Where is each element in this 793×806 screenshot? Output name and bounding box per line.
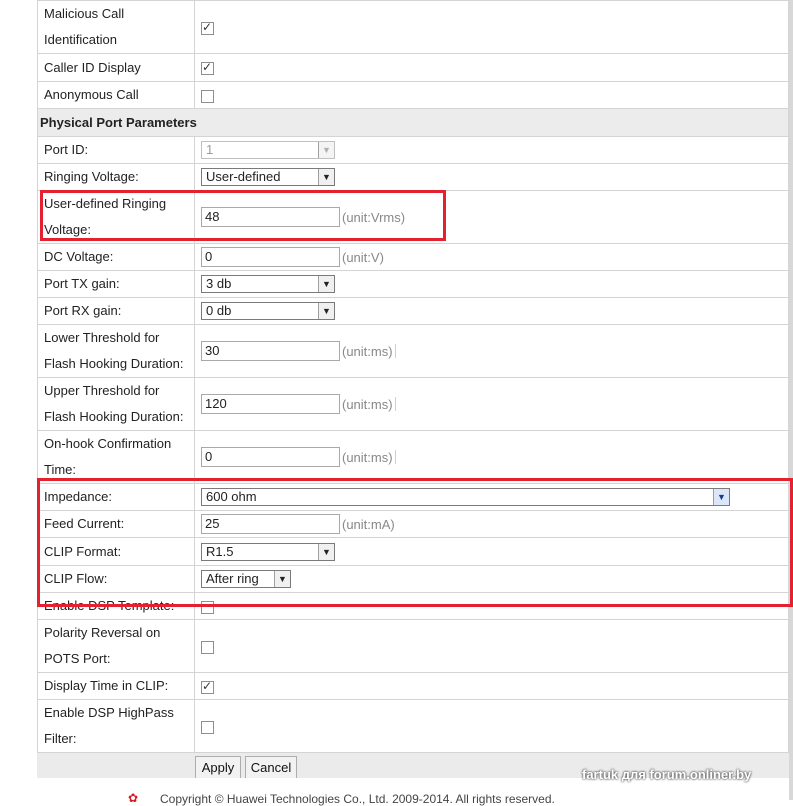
field-separator [394,397,396,411]
port-rx-gain-label: Port RX gain: [37,297,195,325]
port-tx-gain-label: Port TX gain: [37,270,195,298]
footer-copyright: Copyright © Huawei Technologies Co., Ltd… [160,792,555,806]
chevron-down-icon: ▼ [318,276,334,292]
display-time-clip-checkbox[interactable] [201,679,214,694]
onhook-confirmation-label: On-hook Confirmation Time: [37,430,195,484]
onhook-confirmation-unit: (unit:ms) [342,449,393,465]
dsp-highpass-checkbox[interactable] [201,720,214,734]
section-title-physical-port: Physical Port Parameters [37,108,789,137]
dc-voltage-unit: (unit:V) [342,249,384,265]
field-separator [394,344,396,358]
polarity-reversal-checkbox[interactable] [201,640,214,654]
lower-flash-threshold-input[interactable]: 30 [201,341,340,361]
ringing-voltage-select[interactable]: User-defined ▼ [201,168,335,186]
anonymous-call-label: Anonymous Call [37,81,195,109]
apply-button[interactable]: Apply [195,756,241,779]
huawei-logo-icon: ✿ [128,791,139,805]
settings-page: Malicious Call Identification Caller ID … [0,0,793,806]
onhook-confirmation-input[interactable]: 0 [201,447,340,467]
malicious-call-checkbox[interactable] [201,20,214,35]
chevron-down-icon: ▼ [318,169,334,185]
scrollbar-track[interactable] [789,0,793,800]
chevron-down-icon: ▼ [318,142,334,158]
caller-id-display-label: Caller ID Display [37,53,195,82]
ringing-voltage-label: Ringing Voltage: [37,163,195,191]
port-settings-table: Malicious Call Identification Caller ID … [37,0,789,753]
port-tx-gain-value: 3 db [206,276,232,291]
field-separator [394,450,396,464]
dc-voltage-input[interactable]: 0 [201,247,340,267]
port-id-value: 1 [206,142,214,157]
dc-voltage-label: DC Voltage: [37,243,195,271]
upper-flash-threshold-input[interactable]: 120 [201,394,340,414]
dsp-highpass-label: Enable DSP HighPass Filter: [37,699,195,753]
malicious-call-label: Malicious Call Identification [37,0,195,54]
lower-flash-threshold-label: Lower Threshold for Flash Hooking Durati… [37,324,195,378]
cancel-button[interactable]: Cancel [245,756,297,779]
highlight-box-impedance-group [37,478,793,607]
upper-flash-threshold-unit: (unit:ms) [342,396,393,412]
port-id-select: 1 ▼ [201,141,335,159]
lower-flash-threshold-unit: (unit:ms) [342,343,393,359]
highlight-box-ringing-voltage [40,190,446,241]
port-rx-gain-value: 0 db [206,303,232,318]
port-id-label: Port ID: [37,136,195,164]
anonymous-call-checkbox[interactable] [201,89,214,103]
caller-id-display-checkbox[interactable] [201,60,214,76]
port-tx-gain-select[interactable]: 3 db ▼ [201,275,335,293]
display-time-clip-label: Display Time in CLIP: [37,672,195,700]
port-rx-gain-select[interactable]: 0 db ▼ [201,302,335,320]
polarity-reversal-label: Polarity Reversal on POTS Port: [37,619,195,673]
chevron-down-icon: ▼ [318,303,334,319]
left-margin [0,0,37,800]
watermark: fartuk для forum.onliner.by [582,767,752,782]
ringing-voltage-value: User-defined [206,169,281,184]
upper-flash-threshold-label: Upper Threshold for Flash Hooking Durati… [37,377,195,431]
